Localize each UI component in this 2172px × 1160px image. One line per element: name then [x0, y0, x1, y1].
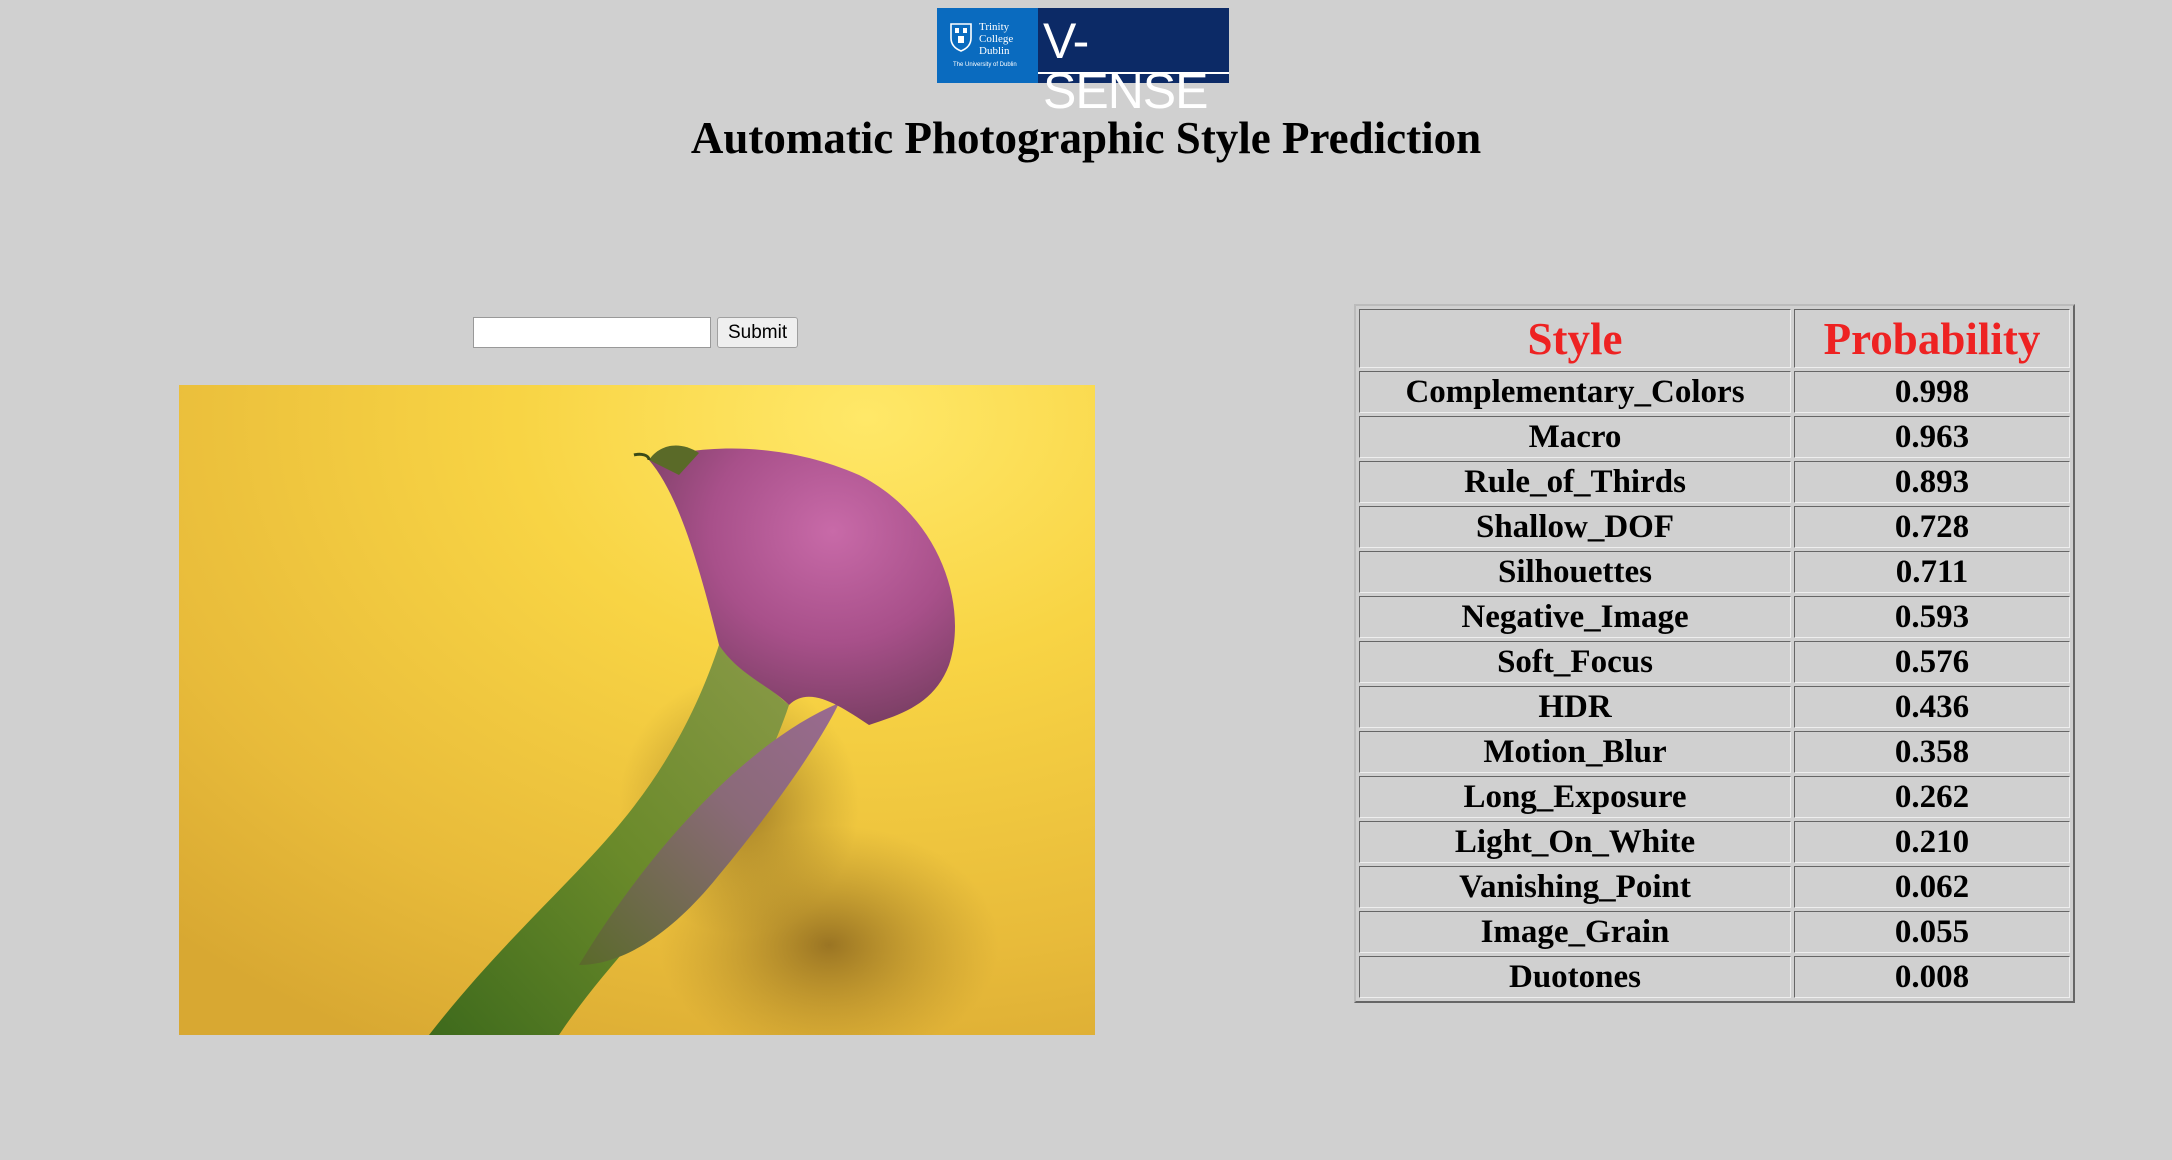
- table-row: Duotones 0.008: [1359, 956, 2070, 998]
- calla-lily-photo: [179, 385, 1095, 1035]
- table-row: Image_Grain 0.055: [1359, 911, 2070, 953]
- probability-cell: 0.998: [1794, 371, 2070, 413]
- probability-cell: 0.893: [1794, 461, 2070, 503]
- submit-button[interactable]: Submit: [717, 317, 799, 348]
- style-cell: Complementary_Colors: [1359, 371, 1791, 413]
- brand-text: V-SENSE: [1043, 13, 1209, 119]
- trinity-college-logo: Trinity College Dublin The University of…: [937, 8, 1038, 83]
- probability-cell: 0.055: [1794, 911, 2070, 953]
- institution-name: Trinity College Dublin: [979, 21, 1014, 57]
- probability-cell: 0.728: [1794, 506, 2070, 548]
- table-header-row: Style Probability: [1359, 309, 2070, 368]
- table-row: Silhouettes 0.711: [1359, 551, 2070, 593]
- probability-cell: 0.262: [1794, 776, 2070, 818]
- probability-column-header: Probability: [1794, 309, 2070, 368]
- style-cell: Long_Exposure: [1359, 776, 1791, 818]
- page: Trinity College Dublin The University of…: [0, 0, 2172, 1160]
- table-row: Negative_Image 0.593: [1359, 596, 2070, 638]
- table-row: Long_Exposure 0.262: [1359, 776, 2070, 818]
- table-row: Vanishing_Point 0.062: [1359, 866, 2070, 908]
- table-row: HDR 0.436: [1359, 686, 2070, 728]
- style-cell: Silhouettes: [1359, 551, 1791, 593]
- probability-cell: 0.593: [1794, 596, 2070, 638]
- style-cell: Vanishing_Point: [1359, 866, 1791, 908]
- style-cell: Rule_of_Thirds: [1359, 461, 1791, 503]
- page-title: Automatic Photographic Style Prediction: [690, 113, 1482, 163]
- url-form: Submit: [473, 317, 799, 348]
- probability-cell: 0.576: [1794, 641, 2070, 683]
- table-row: Rule_of_Thirds 0.893: [1359, 461, 2070, 503]
- style-probability-table: Style Probability Complementary_Colors 0.…: [1354, 304, 2075, 1003]
- image-url-input[interactable]: [473, 317, 711, 348]
- style-cell: Negative_Image: [1359, 596, 1791, 638]
- style-cell: Duotones: [1359, 956, 1791, 998]
- probability-cell: 0.963: [1794, 416, 2070, 458]
- probability-cell: 0.711: [1794, 551, 2070, 593]
- brand-underline: [1038, 72, 1229, 74]
- probability-cell: 0.436: [1794, 686, 2070, 728]
- probability-cell: 0.358: [1794, 731, 2070, 773]
- style-cell: Light_On_White: [1359, 821, 1791, 863]
- probability-cell: 0.062: [1794, 866, 2070, 908]
- style-cell: Motion_Blur: [1359, 731, 1791, 773]
- v-sense-wordmark: V-SENSE: [1038, 8, 1229, 116]
- style-cell: Macro: [1359, 416, 1791, 458]
- v-sense-logo: Trinity College Dublin The University of…: [937, 8, 1229, 116]
- style-cell: Shallow_DOF: [1359, 506, 1791, 548]
- table-row: Light_On_White 0.210: [1359, 821, 2070, 863]
- style-cell: Soft_Focus: [1359, 641, 1791, 683]
- style-cell: HDR: [1359, 686, 1791, 728]
- table-row: Complementary_Colors 0.998: [1359, 371, 2070, 413]
- table-row: Macro 0.963: [1359, 416, 2070, 458]
- probability-cell: 0.210: [1794, 821, 2070, 863]
- probability-cell: 0.008: [1794, 956, 2070, 998]
- style-column-header: Style: [1359, 309, 1791, 368]
- crest-icon: [950, 23, 972, 52]
- table-row: Shallow_DOF 0.728: [1359, 506, 2070, 548]
- style-cell: Image_Grain: [1359, 911, 1791, 953]
- table-row: Soft_Focus 0.576: [1359, 641, 2070, 683]
- table-row: Motion_Blur 0.358: [1359, 731, 2070, 773]
- institution-subtitle: The University of Dublin: [953, 62, 1017, 68]
